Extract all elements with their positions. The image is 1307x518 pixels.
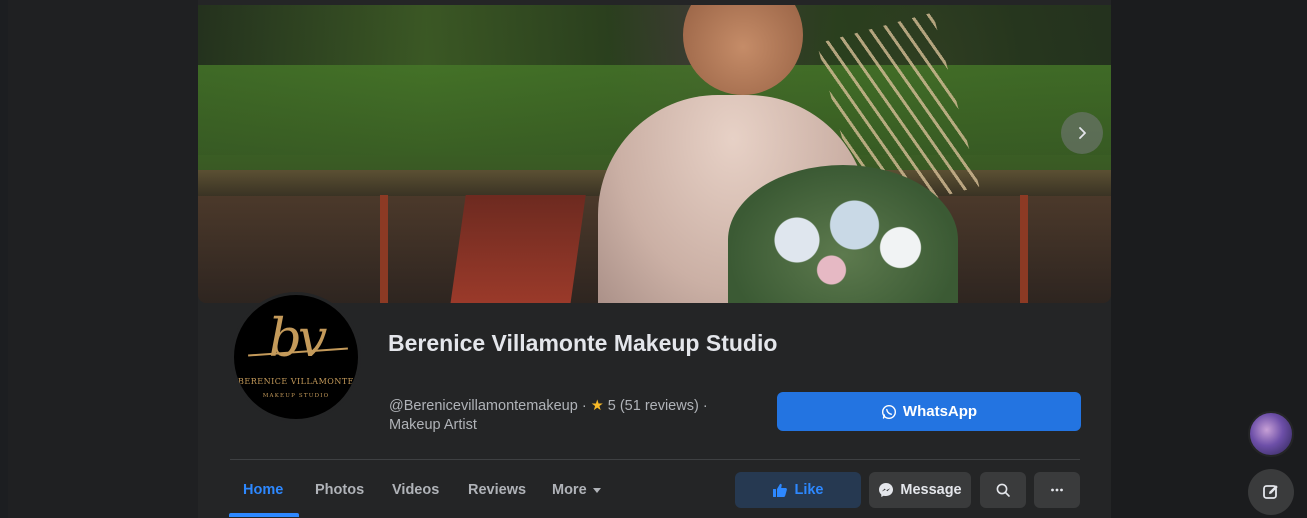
avatar-line1: BERENICE VILLAMONTE [237,377,354,386]
message-button[interactable]: Message [869,472,971,508]
thumbs-up-icon [773,483,788,497]
tab-label: Photos [315,482,365,498]
more-icon [1051,488,1063,492]
more-options-button[interactable] [1034,472,1080,508]
tab-label: Home [243,482,284,498]
cover-next-button[interactable] [1061,112,1103,154]
avatar-monogram: bv [268,309,328,369]
whatsapp-label: WhatsApp [902,403,978,420]
left-gutter [8,0,198,518]
page-username[interactable]: @Berenicevillamontemakeup [389,398,578,414]
tab-label: More [552,482,587,498]
tab-label: Reviews [468,482,527,498]
compose-icon [1263,485,1278,499]
tab-more[interactable]: More [552,478,601,502]
cover-bridge [450,195,586,303]
star-icon: ★ [590,398,604,414]
page-rating[interactable]: 5 (51 reviews) [608,398,699,414]
search-icon [996,483,1010,497]
avatar-line2: MAKEUP STUDIO [262,393,330,399]
new-message-button[interactable] [1248,469,1294,515]
chevron-right-icon [1079,127,1086,139]
tab-videos[interactable]: Videos [392,478,439,502]
whatsapp-button[interactable]: WhatsApp [777,392,1081,431]
like-button[interactable]: Like [735,472,861,508]
message-label: Message [900,482,962,498]
tab-label: Videos [392,482,440,498]
tab-photos[interactable]: Photos [315,478,364,502]
like-label: Like [794,482,824,498]
page-title: Berenice Villamonte Makeup Studio [388,330,778,356]
chat-contact-avatar[interactable] [1248,411,1294,457]
search-button[interactable] [980,472,1026,508]
cover-bouquet [728,165,958,303]
cover-post [1020,195,1028,303]
cover-post [380,195,388,303]
messenger-icon [879,483,894,497]
header-divider [230,459,1080,460]
active-tab-indicator [229,513,299,517]
whatsapp-icon [881,404,896,419]
page-avatar[interactable]: bv BERENICE VILLAMONTE MAKEUP STUDIO [231,292,361,422]
page-category[interactable]: Makeup Artist [389,417,477,433]
page-meta: @Berenicevillamontemakeup · ★ 5 (51 revi… [389,397,769,435]
meta-separator: · [698,398,708,414]
tab-reviews[interactable]: Reviews [468,478,526,502]
caret-down-icon [592,487,601,493]
tab-home[interactable]: Home [243,478,283,502]
cover-photo[interactable] [198,5,1111,303]
meta-separator: · [577,398,591,414]
